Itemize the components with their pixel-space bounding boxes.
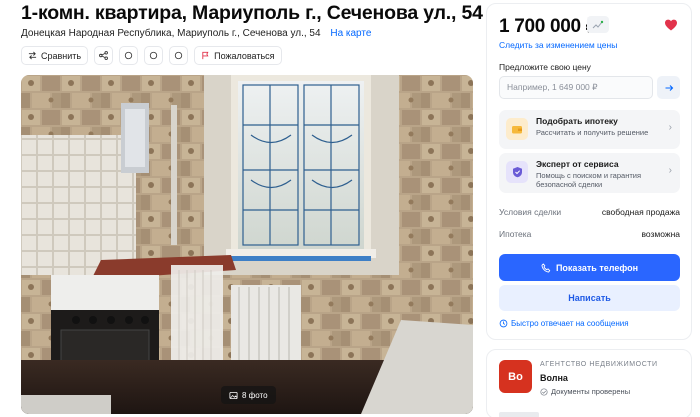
show-phone-button[interactable]: Показать телефон xyxy=(499,254,680,281)
follow-price-link[interactable]: Следить за изменением цены xyxy=(499,40,617,50)
chevron-right-icon: › xyxy=(668,122,672,133)
image-icon xyxy=(229,391,238,399)
expert-promo-title: Эксперт от сервиса xyxy=(536,159,619,169)
deal-conditions-value: свободная продажа xyxy=(601,207,680,217)
mortgage-promo-subtitle: Рассчитать и получить решение xyxy=(536,128,649,137)
favorite-heart-icon[interactable] xyxy=(664,18,678,32)
compare-icon xyxy=(28,51,37,60)
offer-price-input[interactable]: Например, 1 649 000 ₽ xyxy=(499,76,653,99)
flag-icon xyxy=(202,51,209,60)
report-button[interactable]: Пожаловаться xyxy=(194,46,282,65)
shield-icon xyxy=(506,161,528,183)
compare-label: Сравнить xyxy=(41,50,82,61)
map-link[interactable]: На карте xyxy=(330,28,371,39)
expert-promo[interactable]: Эксперт от сервиса Помощь с поиском и га… xyxy=(499,153,680,193)
circle-icon xyxy=(124,51,133,60)
agency-more-line xyxy=(499,412,539,417)
photo-count-badge[interactable]: 8 фото xyxy=(221,386,276,404)
price-history-button[interactable] xyxy=(587,16,609,33)
price: 1 700 000 ₽ xyxy=(499,16,598,37)
agency-verified: Документы проверены xyxy=(540,387,630,396)
report-label: Пожаловаться xyxy=(214,50,275,61)
agency-logo: Во xyxy=(499,360,532,393)
mortgage-key: Ипотека xyxy=(499,229,532,239)
chart-icon xyxy=(592,20,604,28)
agency-card[interactable]: Во АГЕНТСТВО НЕДВИЖИМОСТИ Волна Документ… xyxy=(486,349,692,417)
kitchen-photo xyxy=(21,75,473,414)
mortgage-promo[interactable]: Подобрать ипотеку Рассчитать и получить … xyxy=(499,110,680,149)
phone-icon xyxy=(541,262,551,272)
page-title: 1-комн. квартира, Мариуполь г., Сеченова… xyxy=(21,2,483,24)
expert-promo-subtitle: Помощь с поиском и гарантия безопасной с… xyxy=(536,171,642,189)
download-button[interactable] xyxy=(144,46,164,65)
agency-type: АГЕНТСТВО НЕДВИЖИМОСТИ xyxy=(540,361,658,368)
write-message-label: Написать xyxy=(568,293,611,303)
more-button[interactable] xyxy=(169,46,189,65)
address-text: Донецкая Народная Республика, Мариуполь … xyxy=(21,28,321,39)
offer-label: Предложите свою цену xyxy=(499,62,591,72)
mortgage-value: возможна xyxy=(641,229,680,239)
mortgage-row: Ипотека возможна xyxy=(499,229,680,239)
arrow-right-icon xyxy=(665,84,673,91)
check-circle-icon xyxy=(540,387,548,396)
circle-icon xyxy=(174,51,183,60)
agency-verified-text: Документы проверены xyxy=(551,387,631,396)
photo-count-label: 8 фото xyxy=(242,390,268,400)
agency-name[interactable]: Волна xyxy=(540,373,568,383)
write-message-button[interactable]: Написать xyxy=(499,285,680,311)
address-line: Донецкая Народная Республика, Мариуполь … xyxy=(21,28,371,39)
circle-icon xyxy=(149,51,158,60)
deal-conditions-row: Условия сделки свободная продажа xyxy=(499,207,680,217)
clock-icon xyxy=(499,319,508,328)
wallet-icon xyxy=(506,118,528,140)
show-phone-label: Показать телефон xyxy=(555,262,639,273)
fast-reply-note: Быстро отвечает на сообщения xyxy=(499,319,629,328)
share-button[interactable] xyxy=(94,46,114,65)
print-button[interactable] xyxy=(119,46,139,65)
compare-button[interactable]: Сравнить xyxy=(21,46,89,65)
price-card: 1 700 000 ₽ Следить за изменением цены П… xyxy=(486,3,692,340)
offer-submit-button[interactable] xyxy=(657,76,680,99)
listing-photo[interactable] xyxy=(21,75,473,414)
chevron-right-icon: › xyxy=(668,165,672,176)
deal-conditions-key: Условия сделки xyxy=(499,207,562,217)
share-icon xyxy=(99,51,109,60)
fast-reply-text: Быстро отвечает на сообщения xyxy=(511,319,629,328)
mortgage-promo-title: Подобрать ипотеку xyxy=(536,116,618,126)
action-bar: Сравнить Пожаловаться xyxy=(21,46,282,65)
